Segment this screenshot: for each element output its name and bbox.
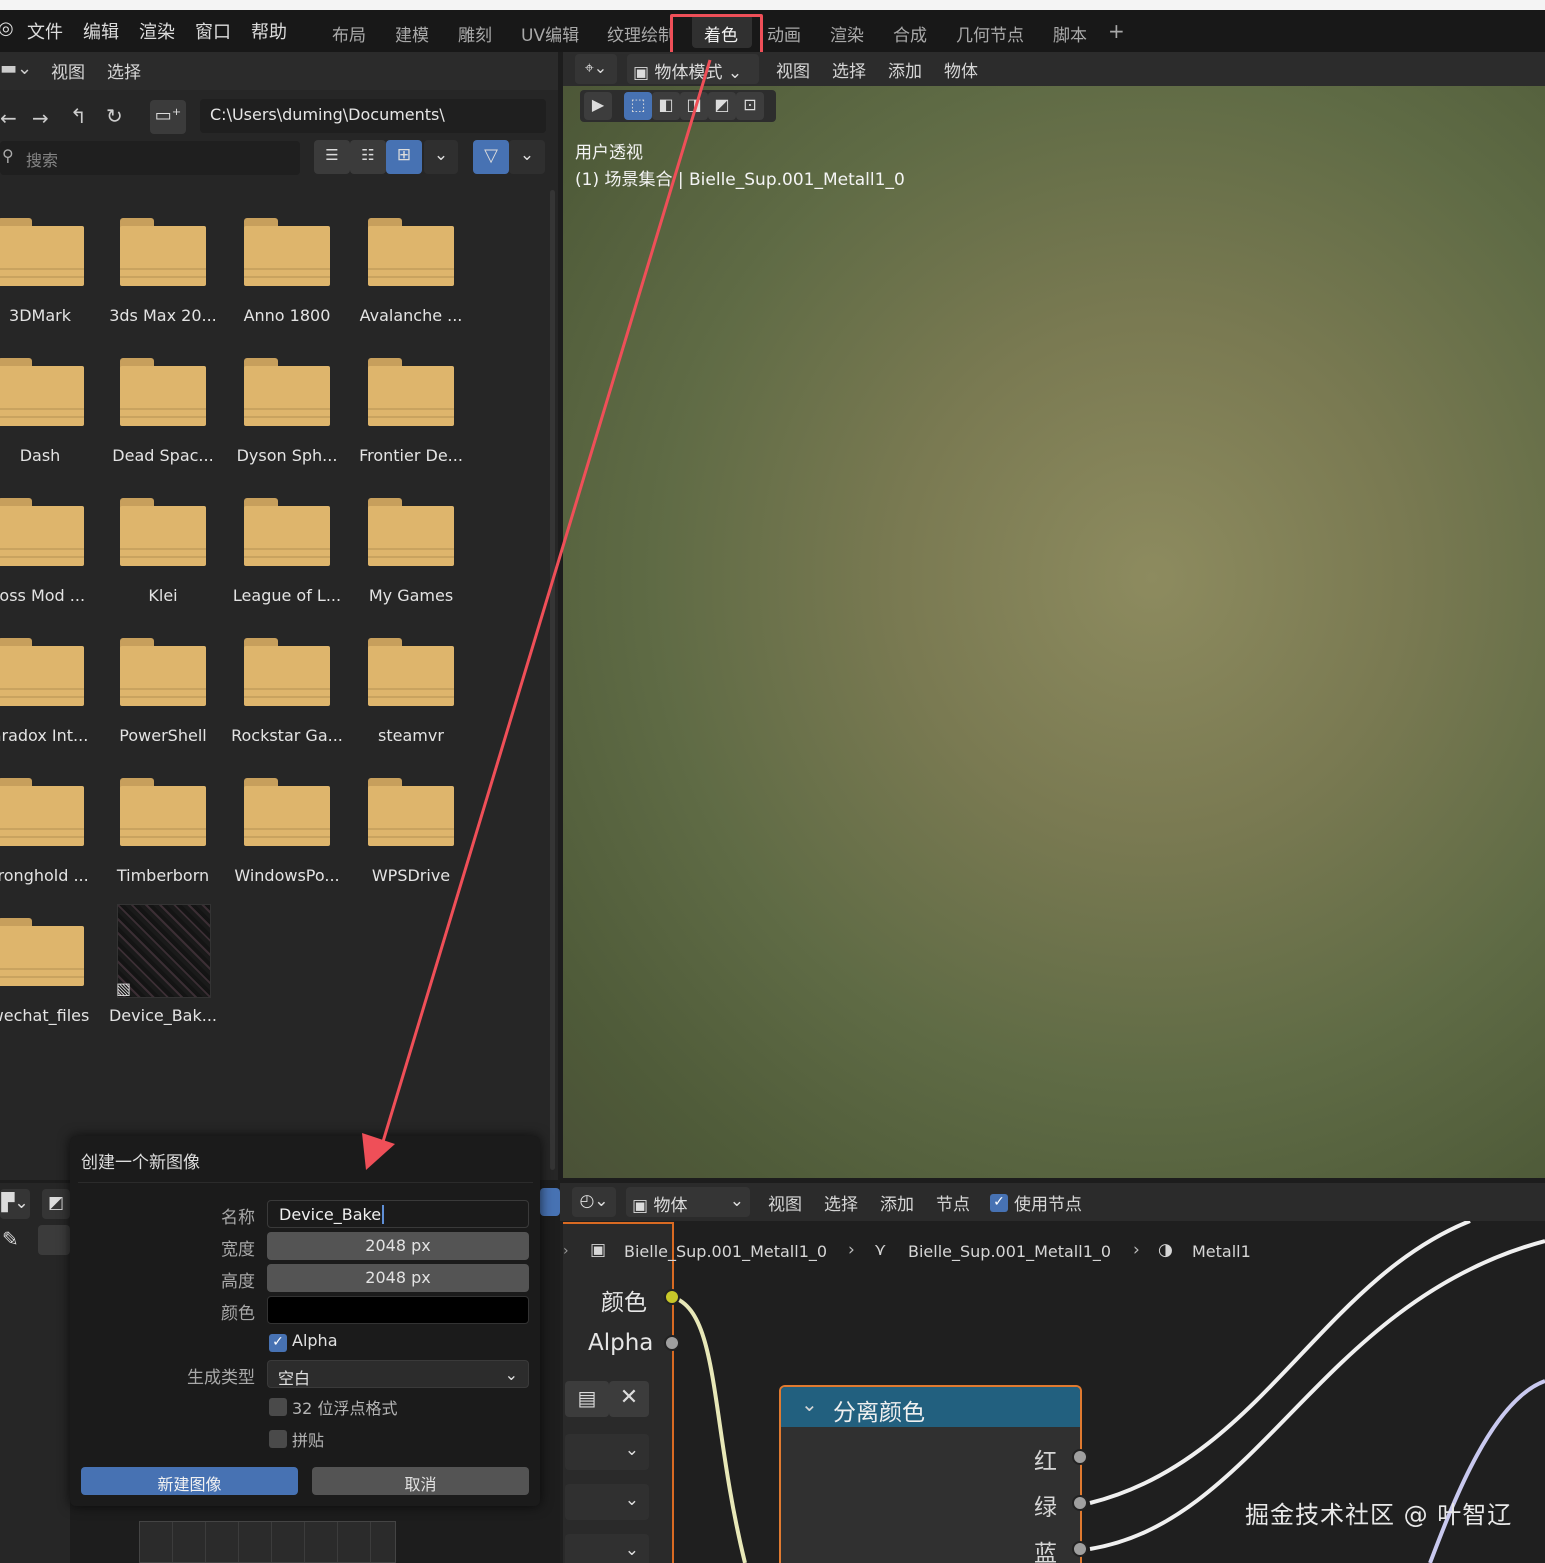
arrow-line bbox=[380, 59, 712, 1146]
watermark: 掘金技术社区 @ 叶智辽 bbox=[1245, 1501, 1513, 1529]
arrow-head bbox=[362, 1133, 395, 1170]
annotation-arrow bbox=[362, 59, 712, 1170]
